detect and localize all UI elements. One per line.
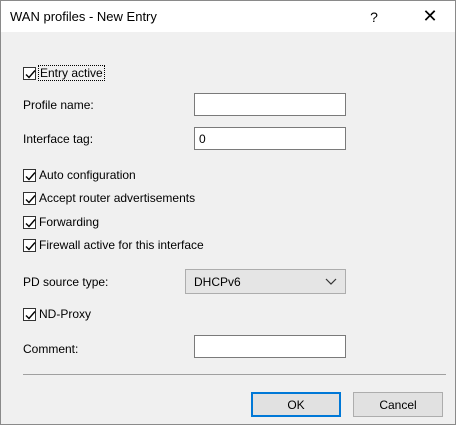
close-button[interactable]: ✕ <box>407 1 453 32</box>
entry-active-label: Entry active <box>38 65 105 81</box>
ok-button[interactable]: OK <box>251 392 341 417</box>
nd-proxy-label: ND-Proxy <box>39 307 92 321</box>
checkmark-icon <box>25 69 36 79</box>
firewall-active-label: Firewall active for this interface <box>39 238 204 252</box>
profile-name-input[interactable] <box>194 93 346 116</box>
cancel-button[interactable]: Cancel <box>353 392 443 417</box>
pd-source-type-select[interactable]: DHCPv6 <box>185 269 346 294</box>
auto-configuration-label: Auto configuration <box>39 168 136 182</box>
checkbox-box[interactable] <box>23 191 36 205</box>
checkbox-box[interactable] <box>23 238 36 252</box>
accept-router-ads-label: Accept router advertisements <box>39 191 196 205</box>
pd-source-type-label: PD source type: <box>23 275 109 289</box>
checkmark-icon <box>25 218 36 228</box>
separator <box>23 374 446 375</box>
interface-tag-input[interactable] <box>194 127 346 150</box>
profile-name-label: Profile name: <box>23 98 94 112</box>
checkbox-box[interactable] <box>23 168 36 182</box>
forwarding-checkbox[interactable]: Forwarding <box>23 214 99 230</box>
checkmark-icon <box>25 310 36 320</box>
checkbox-box[interactable] <box>23 215 36 229</box>
comment-input[interactable] <box>194 335 346 358</box>
pd-source-type-value: DHCPv6 <box>194 274 241 289</box>
title-bar: WAN profiles - New Entry ? ✕ <box>1 1 455 32</box>
checkmark-icon <box>25 171 36 181</box>
auto-configuration-checkbox[interactable]: Auto configuration <box>23 167 136 183</box>
nd-proxy-checkbox[interactable]: ND-Proxy <box>23 306 91 322</box>
chevron-down-icon <box>325 278 337 285</box>
dialog-window: WAN profiles - New Entry ? ✕ Entry activ… <box>0 0 456 425</box>
firewall-active-checkbox[interactable]: Firewall active for this interface <box>23 237 204 253</box>
entry-active-checkbox[interactable]: Entry active <box>23 65 105 81</box>
checkmark-icon <box>25 241 36 251</box>
interface-tag-label: Interface tag: <box>23 132 94 146</box>
window-title: WAN profiles - New Entry <box>10 9 157 24</box>
accept-router-ads-checkbox[interactable]: Accept router advertisements <box>23 190 195 206</box>
comment-label: Comment: <box>23 342 79 356</box>
forwarding-label: Forwarding <box>39 215 100 229</box>
help-button[interactable]: ? <box>351 1 397 32</box>
checkbox-box[interactable] <box>23 307 36 321</box>
checkmark-icon <box>25 194 36 204</box>
checkbox-box[interactable] <box>23 66 36 80</box>
